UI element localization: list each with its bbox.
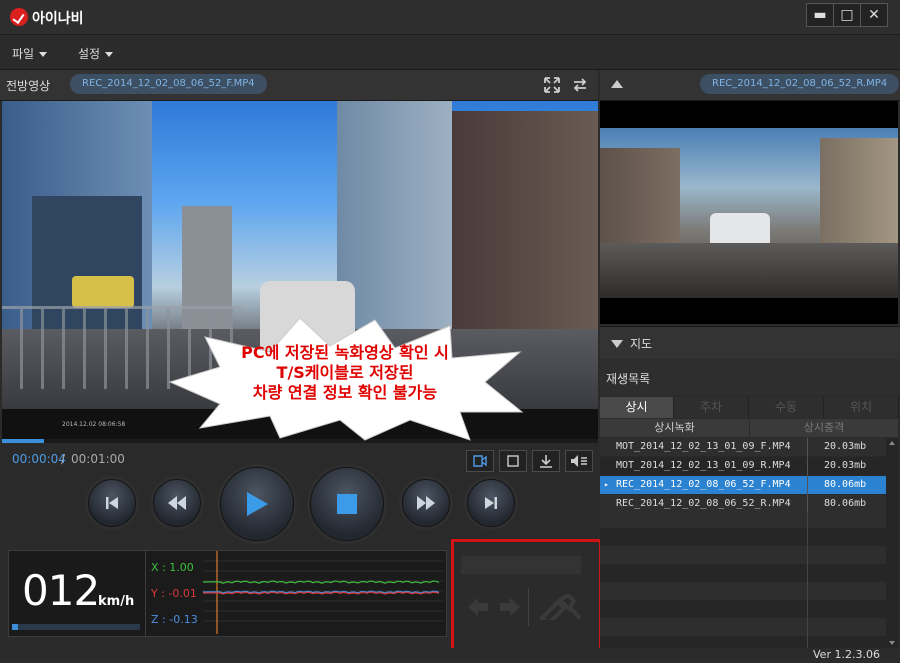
front-file-name: REC_2014_12_02_08_06_52_F.MP4 — [70, 74, 267, 94]
list-item[interactable]: MOT_2014_12_02_13_01_09_R.MP4 20.03mb — [600, 457, 896, 475]
video-timestamp: 2014.12.02 08:06:58 — [62, 421, 126, 428]
tab-manual[interactable]: 수동 — [749, 397, 824, 418]
minimize-button[interactable]: ▬ — [806, 3, 834, 27]
divider — [528, 588, 529, 626]
rewind-icon — [168, 496, 186, 510]
maximize-button[interactable]: □ — [833, 3, 861, 27]
time-separator: / — [61, 452, 66, 466]
file-name: MOT_2014_12_02_13_01_09_F.MP4 — [616, 441, 791, 452]
file-size: 80.06mb — [824, 498, 867, 509]
disabled-display — [461, 556, 581, 574]
file-list-scrollbar[interactable] — [886, 438, 898, 648]
collapse-icon[interactable] — [611, 80, 623, 88]
menu-bar — [0, 36, 900, 70]
next-button[interactable] — [467, 479, 515, 527]
prev-button[interactable] — [88, 479, 136, 527]
tool-icon — [539, 592, 584, 627]
g-sensor-graph — [203, 551, 443, 634]
app-title: 아이나비 — [32, 11, 84, 27]
chevron-down-icon[interactable] — [611, 340, 623, 348]
play-button[interactable] — [220, 467, 294, 541]
list-item-selected[interactable]: ▸ REC_2014_12_02_08_06_52_F.MP4 80.06mb — [600, 476, 896, 494]
callout-text: PC에 저장된 녹화영상 확인 시 T/S케이블로 저장된 차량 연결 정보 확… — [200, 343, 490, 403]
scroll-down-icon[interactable] — [889, 641, 895, 645]
speed-bar-fill — [12, 624, 18, 630]
volume-icon — [571, 455, 587, 467]
volume-button[interactable] — [565, 450, 593, 472]
map-label: 지도 — [630, 337, 653, 351]
speed-unit: km/h — [98, 594, 135, 609]
stop-button[interactable] — [310, 467, 384, 541]
status-bar — [0, 648, 900, 663]
front-video-label: 전방영상 — [6, 79, 51, 93]
fit-button[interactable] — [499, 450, 527, 472]
play-icon — [247, 492, 268, 516]
title-bar — [0, 0, 900, 35]
playlist-label: 재생목록 — [606, 372, 651, 386]
rear-video[interactable] — [600, 128, 898, 298]
capture-button[interactable] — [466, 450, 494, 472]
menu-settings[interactable]: 설정 — [78, 45, 114, 62]
version-label: Ver 1.2.3.06 — [813, 648, 880, 661]
next-icon — [485, 497, 497, 509]
menu-file-label: 파일 — [12, 47, 35, 61]
speed-value: 012 — [22, 566, 100, 615]
file-size: 80.06mb — [824, 479, 867, 490]
forward-icon — [417, 496, 435, 510]
rear-video-top-bar — [600, 101, 898, 128]
file-size: 20.03mb — [824, 441, 867, 452]
download-button[interactable] — [532, 450, 560, 472]
swap-icon[interactable] — [572, 77, 588, 97]
g-sensor-z: Z : -0.13 — [151, 613, 198, 626]
forward-button[interactable] — [402, 479, 450, 527]
menu-file[interactable]: 파일 — [12, 45, 48, 62]
arrows-icon — [466, 596, 522, 622]
chevron-down-icon — [39, 52, 48, 57]
rear-video-bottom-bar — [600, 298, 898, 324]
chevron-down-icon — [105, 52, 114, 57]
seek-progress — [2, 439, 44, 443]
expand-icon[interactable] — [544, 77, 560, 97]
total-time: 00:01:00 — [71, 452, 125, 466]
capture-icon — [473, 455, 487, 467]
tab-location[interactable]: 위치 — [824, 397, 899, 418]
close-button[interactable]: ✕ — [860, 3, 888, 27]
file-name: MOT_2014_12_02_13_01_09_R.MP4 — [616, 460, 791, 471]
rear-file-name: REC_2014_12_02_08_06_52_R.MP4 — [700, 74, 900, 94]
download-icon — [540, 455, 552, 468]
stop-icon — [337, 494, 357, 514]
file-name: REC_2014_12_02_08_06_52_F.MP4 — [616, 479, 791, 490]
tab-parking[interactable]: 주차 — [674, 397, 749, 418]
current-time: 00:00:04 — [12, 452, 66, 466]
subtab-regular-impact[interactable]: 상시충격 — [750, 419, 898, 437]
prev-icon — [106, 497, 118, 509]
selected-indicator-icon: ▸ — [604, 480, 609, 489]
menu-settings-label: 설정 — [78, 47, 101, 61]
file-size: 20.03mb — [824, 460, 867, 471]
subtab-regular-recording[interactable]: 상시녹화 — [600, 419, 749, 437]
speed-bar — [12, 624, 140, 630]
callout-line-1: PC에 저장된 녹화영상 확인 시 — [241, 343, 449, 362]
g-sensor-y: Y : -0.01 — [151, 587, 197, 600]
callout-line-2: T/S케이블로 저장된 — [276, 363, 414, 382]
g-sensor-x: X : 1.00 — [151, 561, 194, 574]
list-item[interactable]: REC_2014_12_02_08_06_52_R.MP4 80.06mb — [600, 495, 896, 513]
file-name: REC_2014_12_02_08_06_52_R.MP4 — [616, 498, 791, 509]
logo-icon — [10, 8, 28, 26]
fit-icon — [507, 455, 519, 467]
list-item[interactable]: MOT_2014_12_02_13_01_09_F.MP4 20.03mb — [600, 438, 896, 456]
callout-line-3: 차량 연결 정보 확인 불가능 — [252, 383, 438, 402]
scroll-up-icon[interactable] — [889, 441, 895, 445]
rewind-button[interactable] — [153, 479, 201, 527]
tab-regular[interactable]: 상시 — [600, 397, 674, 418]
